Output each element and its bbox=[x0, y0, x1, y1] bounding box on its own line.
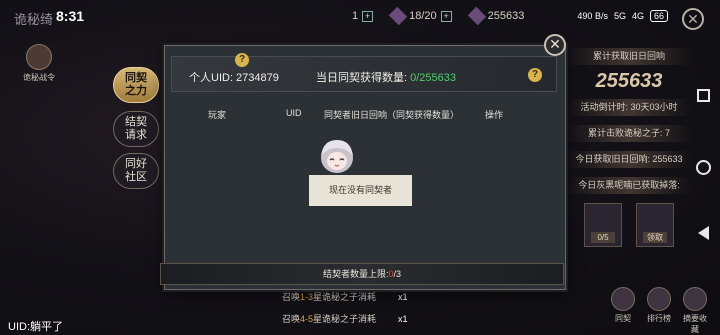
summon2-range: 4-5 bbox=[300, 314, 314, 324]
help-icon[interactable]: ? bbox=[528, 68, 542, 82]
tab-contract-request[interactable]: 结契 请求 bbox=[113, 111, 159, 147]
ranking-button[interactable]: 排行榜 bbox=[646, 287, 672, 335]
add-stamina-button[interactable]: + bbox=[440, 10, 452, 22]
clock: 8:31 bbox=[56, 8, 85, 24]
summon1-range: 1-3 bbox=[300, 292, 314, 302]
col-player: 玩家 bbox=[208, 110, 227, 120]
today-contract-count: 当日同契获得数量: 0/255633 bbox=[316, 69, 456, 85]
recent-apps-icon[interactable] bbox=[697, 89, 710, 102]
item1-count: 1 bbox=[352, 10, 359, 22]
summon2-count: x1 bbox=[398, 314, 408, 324]
battle-pass-label: 诡秘战令 bbox=[23, 73, 55, 82]
tab-label: 同契 bbox=[125, 72, 147, 84]
today-echo: 今日获取旧日回响: 255633 bbox=[566, 151, 692, 168]
col-echo: 同契者旧日回响（同契获得数量） bbox=[324, 110, 460, 120]
personal-uid: 个人UID: 2734879 ? bbox=[189, 53, 279, 85]
contract-label: 同契 bbox=[615, 314, 631, 323]
tab-label: 请求 bbox=[125, 129, 147, 141]
signal-5g: 5G bbox=[613, 11, 626, 21]
contract-icon bbox=[611, 287, 635, 311]
summon1-pre: 召唤 bbox=[282, 292, 301, 302]
collection-icon bbox=[683, 287, 707, 311]
empty-state-message: 现在没有同契者 bbox=[309, 175, 412, 206]
summon-cost-row-1: 召唤1-3星诡秘之子消耗 x1 bbox=[282, 290, 408, 303]
dialog-close-button[interactable]: ✕ bbox=[544, 34, 566, 56]
collection-button[interactable]: 摘要收藏 bbox=[682, 287, 708, 335]
app-title: 诡秘绮 bbox=[14, 12, 54, 27]
limit-max: /3 bbox=[393, 269, 402, 279]
summon1-count: x1 bbox=[398, 292, 408, 302]
today-value: 0/255633 bbox=[410, 72, 457, 84]
stamina-count: 18/20 bbox=[409, 10, 437, 22]
tab-contract-power[interactable]: 同契 之力 bbox=[113, 67, 159, 103]
system-nav-bar bbox=[694, 80, 714, 260]
event-info-panel: 累计获取旧日回响 255633 活动倒计时: 30天03小时 累计击败诡秘之子:… bbox=[566, 48, 692, 247]
today-label: 当日同契获得数量: bbox=[316, 72, 408, 84]
total-echo-value: 255633 bbox=[595, 70, 663, 92]
claim-button[interactable]: 领取 bbox=[643, 232, 667, 243]
collection-label: 摘要收藏 bbox=[683, 314, 707, 334]
battle-pass-icon bbox=[26, 44, 52, 70]
reward-item-potion[interactable]: 0/5 bbox=[584, 203, 622, 247]
summon2-pre: 召唤 bbox=[282, 314, 301, 324]
resource-currency: 255633 bbox=[467, 6, 525, 26]
mascot-chibi-icon bbox=[321, 140, 353, 173]
dialog-header: 个人UID: 2734879 ? 当日同契获得数量: 0/255633 ? bbox=[171, 53, 557, 92]
home-icon[interactable] bbox=[696, 160, 711, 175]
resource-stamina: 18/20 + bbox=[388, 6, 452, 26]
contract-limit-bar: 结契者数量上限:0/3 bbox=[160, 263, 564, 285]
tab-community[interactable]: 同好 社区 bbox=[113, 153, 159, 189]
tab-label: 之力 bbox=[125, 85, 147, 97]
reward-item-bag[interactable]: 领取 bbox=[636, 203, 674, 247]
today-drop-label: 今日灰黑呢喃已获取掉落: bbox=[566, 177, 692, 194]
tab-label: 结契 bbox=[125, 116, 147, 128]
add-item1-button[interactable]: + bbox=[362, 10, 374, 22]
countdown: 活动倒计时: 30天03小时 bbox=[566, 99, 692, 116]
personal-uid-text: 个人UID: 2734879 bbox=[189, 72, 279, 84]
currency-count: 255633 bbox=[487, 10, 525, 22]
signal-4g: 4G bbox=[631, 11, 644, 21]
ranking-label: 排行榜 bbox=[647, 314, 671, 323]
resource-bar: 1 + 18/20 + 255633 bbox=[352, 6, 525, 26]
ranking-icon bbox=[647, 287, 671, 311]
contract-dialog: 个人UID: 2734879 ? 当日同契获得数量: 0/255633 ? 玩家… bbox=[164, 45, 566, 290]
battle-pass-button[interactable]: 诡秘战令 bbox=[22, 44, 56, 83]
top-close-button[interactable]: ✕ bbox=[682, 8, 704, 30]
status-icons: 490 B/s 5G 4G 66 bbox=[577, 10, 668, 22]
net-speed: 490 B/s bbox=[577, 11, 608, 21]
player-uid: UID:躺平了 bbox=[8, 321, 63, 333]
col-action: 操作 bbox=[485, 110, 504, 120]
back-icon[interactable] bbox=[698, 226, 709, 240]
reward-progress: 0/5 bbox=[591, 232, 615, 243]
resource-item1: 1 + bbox=[352, 10, 374, 22]
col-uid: UID bbox=[286, 108, 302, 118]
tab-label: 同好 bbox=[125, 158, 147, 170]
tab-label: 社区 bbox=[125, 171, 147, 183]
contract-button[interactable]: 同契 bbox=[610, 287, 636, 335]
summon-cost-row-2: 召唤4-5星诡秘之子消耗 x1 bbox=[282, 312, 408, 325]
bottom-right-buttons: 同契 排行榜 摘要收藏 bbox=[610, 287, 708, 335]
total-echo-label: 累计获取旧日回响 bbox=[566, 48, 692, 65]
summon2-post: 星诡秘之子消耗 bbox=[313, 314, 377, 324]
limit-label: 结契者数量上限: bbox=[322, 269, 389, 279]
summon1-post: 星诡秘之子消耗 bbox=[313, 292, 377, 302]
reward-items: 0/5 领取 bbox=[566, 203, 692, 247]
battery-icon: 66 bbox=[649, 10, 668, 22]
uid-help-icon[interactable]: ? bbox=[235, 53, 249, 67]
defeated-count: 累计击败诡秘之子: 7 bbox=[566, 125, 692, 142]
